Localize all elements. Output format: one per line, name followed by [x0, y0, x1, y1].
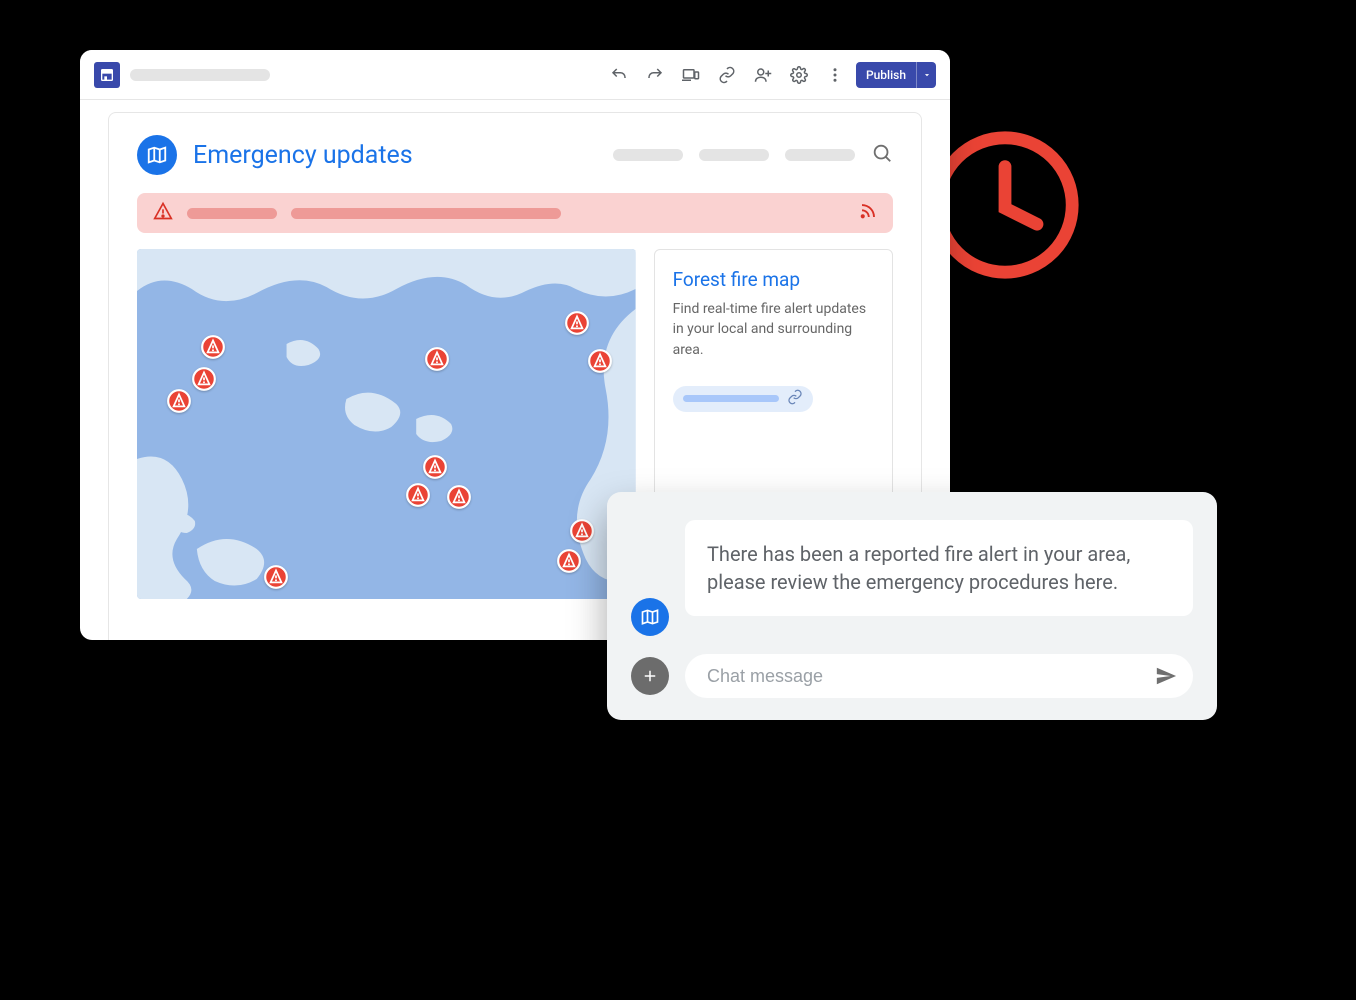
- more-vert-icon[interactable]: [824, 64, 846, 86]
- publish-dropdown-icon[interactable]: [916, 62, 936, 88]
- alert-text-placeholder: [187, 208, 277, 219]
- chat-message-text: There has been a reported fire alert in …: [707, 540, 1171, 596]
- link-icon[interactable]: [716, 64, 738, 86]
- alert-text-placeholder: [291, 208, 561, 219]
- chat-input[interactable]: [685, 654, 1193, 698]
- rss-icon[interactable]: [859, 202, 877, 224]
- chat-input-row: [631, 654, 1193, 698]
- doc-title-placeholder[interactable]: [130, 69, 270, 81]
- fire-pin-icon[interactable]: [556, 548, 582, 574]
- toolbar: Publish: [80, 50, 950, 100]
- fire-pin-icon[interactable]: [200, 334, 226, 360]
- publish-button[interactable]: Publish: [856, 62, 936, 88]
- map[interactable]: [137, 249, 636, 599]
- fire-pin-icon[interactable]: [166, 388, 192, 414]
- search-icon[interactable]: [871, 142, 893, 168]
- fire-pin-icon[interactable]: [424, 346, 450, 372]
- fire-pin-icon[interactable]: [263, 564, 289, 590]
- nav-placeholder[interactable]: [699, 149, 769, 161]
- page-header: Emergency updates: [109, 113, 921, 189]
- add-attachment-button[interactable]: [631, 657, 669, 695]
- chat-message-row: There has been a reported fire alert in …: [631, 520, 1193, 636]
- devices-icon[interactable]: [680, 64, 702, 86]
- chat-widget: There has been a reported fire alert in …: [607, 492, 1217, 720]
- chat-input-field[interactable]: [707, 666, 1155, 687]
- fire-pin-icon[interactable]: [569, 518, 595, 544]
- link-chip-placeholder: [683, 395, 779, 402]
- page-title: Emergency updates: [193, 141, 413, 170]
- warning-triangle-icon: [153, 201, 173, 225]
- person-add-icon[interactable]: [752, 64, 774, 86]
- side-card-description: Find real-time fire alert updates in you…: [673, 299, 874, 360]
- settings-icon[interactable]: [788, 64, 810, 86]
- fire-pin-icon[interactable]: [191, 366, 217, 392]
- chat-bot-avatar: [631, 598, 669, 636]
- toolbar-icons: [608, 64, 846, 86]
- external-link-chip[interactable]: [673, 386, 813, 412]
- app-logo-icon[interactable]: [94, 62, 120, 88]
- chat-message-bubble[interactable]: There has been a reported fire alert in …: [685, 520, 1193, 616]
- redo-icon[interactable]: [644, 64, 666, 86]
- fire-pin-icon[interactable]: [405, 482, 431, 508]
- link-icon: [787, 389, 803, 409]
- fire-pin-icon[interactable]: [587, 348, 613, 374]
- publish-button-label: Publish: [856, 68, 916, 82]
- nav-placeholder[interactable]: [785, 149, 855, 161]
- map-icon: [137, 135, 177, 175]
- undo-icon[interactable]: [608, 64, 630, 86]
- fire-pin-icon[interactable]: [446, 484, 472, 510]
- nav-placeholder[interactable]: [613, 149, 683, 161]
- alert-banner[interactable]: [137, 193, 893, 233]
- fire-pin-icon[interactable]: [564, 310, 590, 336]
- side-card-title: Forest fire map: [673, 268, 874, 291]
- send-icon[interactable]: [1155, 665, 1177, 687]
- fire-pin-icon[interactable]: [422, 454, 448, 480]
